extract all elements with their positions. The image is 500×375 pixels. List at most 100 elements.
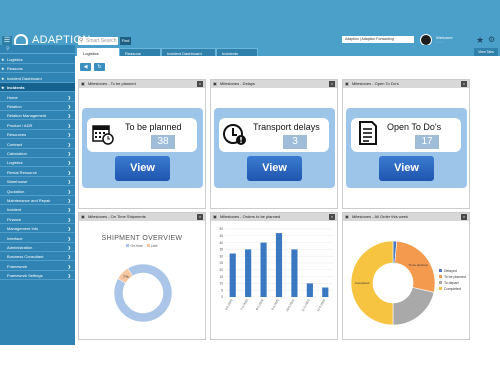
sidebar-item-maintenance-and-repair[interactable]: Maintenance and Repair ❯ <box>0 196 75 205</box>
panel-title: Milestones - Open To Do's <box>352 81 399 86</box>
sidebar-item-home[interactable]: Home ❯ <box>0 93 75 102</box>
sidebar-item-administration[interactable]: Administration ❯ <box>0 243 75 252</box>
sidebar-item-relation-management[interactable]: Relation Management ❯ <box>0 111 75 121</box>
sidebar-item-label: Administration <box>7 245 33 250</box>
view-button[interactable]: View <box>115 156 170 181</box>
kpi-count: 38 <box>151 135 175 149</box>
sidebar-item-quotation[interactable]: Quotation ❯ <box>0 187 75 196</box>
close-icon[interactable]: × <box>329 81 335 87</box>
chevron-right-icon: ❯ <box>67 169 71 175</box>
legend-label: To be planned <box>444 275 466 279</box>
slice-label: 7% <box>123 274 129 279</box>
sidebar-item-label: Contract <box>7 141 23 147</box>
sidebar-item-warehouse[interactable]: Warehouse ❯ <box>0 177 75 187</box>
legend-label: Completed <box>444 287 461 291</box>
sidebar-item-label: Interface <box>7 235 23 241</box>
sidebar-item-label: Incidents <box>7 85 25 91</box>
legend-swatch <box>146 244 150 247</box>
sidebar-item-calculation[interactable]: Calculation ❯ <box>0 149 75 158</box>
close-icon[interactable]: × <box>197 81 203 87</box>
sidebar-item-product-adr[interactable]: Product / ADR ❯ <box>0 121 75 130</box>
sidebar-item-incident[interactable]: Incident ❯ <box>0 205 75 215</box>
search-placeholder: Smart Search <box>86 38 117 44</box>
chevron-right-icon: ❯ <box>67 254 71 260</box>
star-icon: ★ <box>1 75 5 81</box>
kpi-title: Open To Do's <box>387 122 442 132</box>
sidebar-item-business-consultant[interactable]: Business Consultant ❯ <box>0 252 75 262</box>
close-icon[interactable]: × <box>197 214 203 220</box>
close-icon[interactable]: × <box>461 81 467 87</box>
pie-slice-to-depart <box>392 287 435 326</box>
sidebar-item-label: Incident Dashboard <box>7 75 42 81</box>
sidebar-item-finance[interactable]: Finance ❯ <box>0 215 75 224</box>
dashboard-icon: ▣ <box>81 214 85 219</box>
close-icon[interactable]: × <box>329 214 335 220</box>
dashboard-icon: ▣ <box>213 81 217 86</box>
star-icon: ★ <box>1 85 5 91</box>
sidebar-item-incident-dashboard[interactable]: ★ Incident Dashboard <box>0 74 75 83</box>
sidebar-item-incidents[interactable]: ★ Incidents <box>0 83 75 93</box>
company-selector[interactable]: Adaption | Adaption Forwarding <box>342 36 414 43</box>
sidebar-item-framework-settings[interactable]: Framework Settings ❯ <box>0 271 75 281</box>
panel-title: Milestones - To be planned <box>88 81 136 86</box>
orders-pie-chart: To be planned Completed <box>350 240 436 326</box>
sidebar-item-reasons[interactable]: ★ Reasons <box>0 64 75 74</box>
chevron-right-icon: ❯ <box>67 122 71 128</box>
y-tick-label: 0 <box>221 295 223 299</box>
panel-header: ▣ Milestones - Delays × <box>211 80 337 88</box>
sidebar-item-resources[interactable]: Resources ❯ <box>0 130 75 140</box>
sidebar-item-label: Warehouse <box>7 179 28 185</box>
sidebar-item-label: Calculation <box>7 151 27 156</box>
welcome-text: Welcome <box>436 35 453 40</box>
panel-header: ▣ Milestones - Orders to be planned × <box>211 213 337 221</box>
settings-gear-icon[interactable]: ⚙ <box>488 35 495 44</box>
chevron-right-icon: ❯ <box>67 151 71 156</box>
close-icon[interactable]: × <box>461 214 467 220</box>
sidebar-item-label: Logistics <box>7 160 23 166</box>
refresh-button[interactable]: ↻ <box>94 63 105 71</box>
dashboard-icon: ▣ <box>81 81 85 86</box>
legend-swatch <box>439 269 442 272</box>
y-tick-label: 40 <box>219 241 223 245</box>
footer <box>0 345 500 375</box>
chevron-right-icon: ❯ <box>67 104 71 109</box>
legend-item[interactable]: Completed <box>439 286 466 292</box>
y-tick-label: 10 <box>219 282 223 286</box>
y-tick-label: 15 <box>219 275 223 279</box>
dashboard-icon: ▣ <box>213 214 217 219</box>
sidebar-item-logistics[interactable]: Logistics ❯ <box>0 158 75 168</box>
search-input[interactable]: ⚲ Smart Search <box>78 37 118 45</box>
chevron-right-icon: ❯ <box>67 179 71 185</box>
dashboard-icon: ▣ <box>345 214 349 219</box>
sidebar-item-contract[interactable]: Contract ❯ <box>0 140 75 149</box>
sidebar-item-relation[interactable]: Relation ❯ <box>0 102 75 111</box>
bar <box>245 249 252 297</box>
chart-legend: On time Late <box>79 244 205 248</box>
legend-item-on-time: On time <box>130 244 143 248</box>
sidebar-item-label: Incident <box>7 207 22 213</box>
sidebar-item-framework[interactable]: Framework ❯ <box>0 262 75 271</box>
sidebar-item-management-info[interactable]: Management Info ❯ <box>0 224 75 234</box>
view-button[interactable]: View <box>247 156 302 181</box>
sidebar-item-rental-resource[interactable]: Rental Resource ❯ <box>0 168 75 177</box>
kpi-title: To be planned <box>125 122 182 132</box>
x-tick-label: 9-5-2020 <box>270 298 280 311</box>
panel-on-time-shipments: ▣ Milestones - On Time Shipments × SHIPMEN… <box>78 212 206 340</box>
sidebar-item-logistics[interactable]: ★ Logistics <box>0 55 75 64</box>
back-button[interactable]: ◀ <box>80 63 91 71</box>
document-icon <box>357 121 379 150</box>
search-button[interactable]: Find <box>120 37 131 45</box>
sidebar-item-label: Reasons <box>7 66 23 72</box>
panel-title: Milestones - Orders to be planned <box>220 214 281 219</box>
star-icon: ★ <box>1 57 5 62</box>
x-tick-label: 8-5-2020 <box>255 298 265 311</box>
chevron-right-icon: ❯ <box>67 216 71 222</box>
sidebar-item-interface[interactable]: Interface ❯ <box>0 234 75 243</box>
bar <box>306 283 313 297</box>
y-tick-label: 30 <box>219 254 223 258</box>
y-tick-label: 5 <box>221 288 223 292</box>
sidebar-search[interactable]: ⚲ <box>0 45 75 54</box>
menu-icon[interactable]: ☰ <box>2 36 12 45</box>
view-button[interactable]: View <box>379 156 434 181</box>
chevron-right-icon: ❯ <box>67 113 71 119</box>
